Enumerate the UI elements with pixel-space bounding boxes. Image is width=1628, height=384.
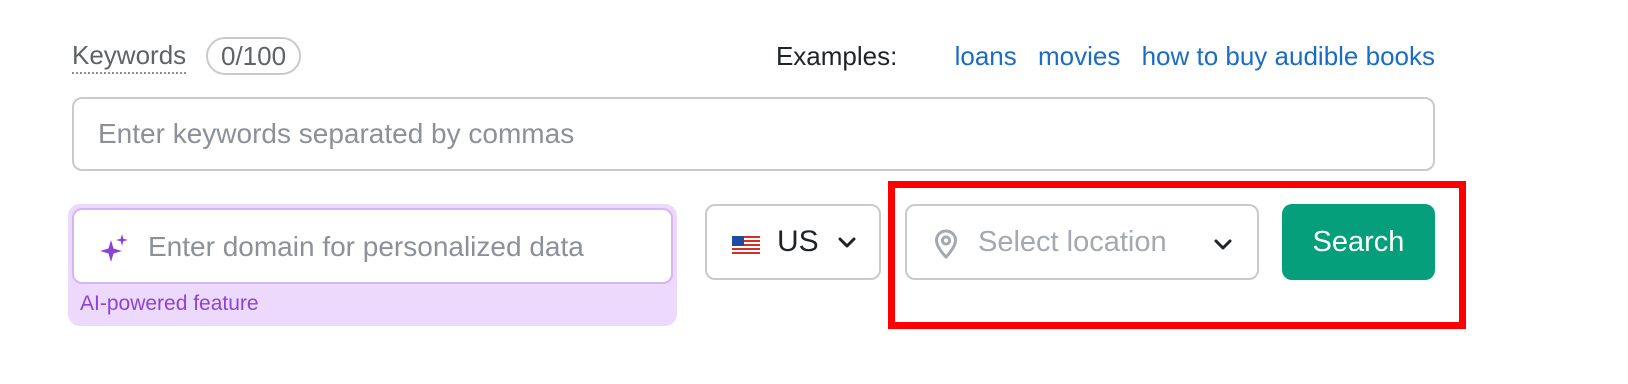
ai-domain-field-container: Enter domain for personalized data AI-po… [68,204,677,326]
example-link-audible-books[interactable]: how to buy audible books [1142,41,1435,71]
us-flag-icon [732,236,760,254]
example-link-movies[interactable]: movies [1038,41,1120,71]
keyword-search-form: Keywords 0/100 Examples: loans movies ho… [0,0,1628,384]
chevron-down-icon [1214,239,1232,250]
location-select[interactable]: Select location [905,204,1259,280]
map-pin-icon [934,229,958,260]
keywords-input[interactable]: Enter keywords separated by commas [72,97,1435,171]
ai-powered-caption: AI-powered feature [80,292,259,315]
domain-input-placeholder: Enter domain for personalized data [148,231,584,262]
country-code: US [777,225,819,258]
country-select[interactable]: US [705,204,881,280]
examples-label: Examples: [775,41,898,71]
sparkle-icon [100,234,128,262]
chevron-down-icon [838,237,856,248]
examples-row: Examples: loans movies how to buy audibl… [776,40,1435,72]
keywords-counter-badge: 0/100 [206,37,302,75]
search-button[interactable]: Search [1282,204,1435,280]
domain-input[interactable]: Enter domain for personalized data [72,208,673,284]
keywords-label[interactable]: Keywords [72,40,187,74]
location-placeholder: Select location [978,226,1167,258]
example-link-loans[interactable]: loans [955,41,1017,71]
